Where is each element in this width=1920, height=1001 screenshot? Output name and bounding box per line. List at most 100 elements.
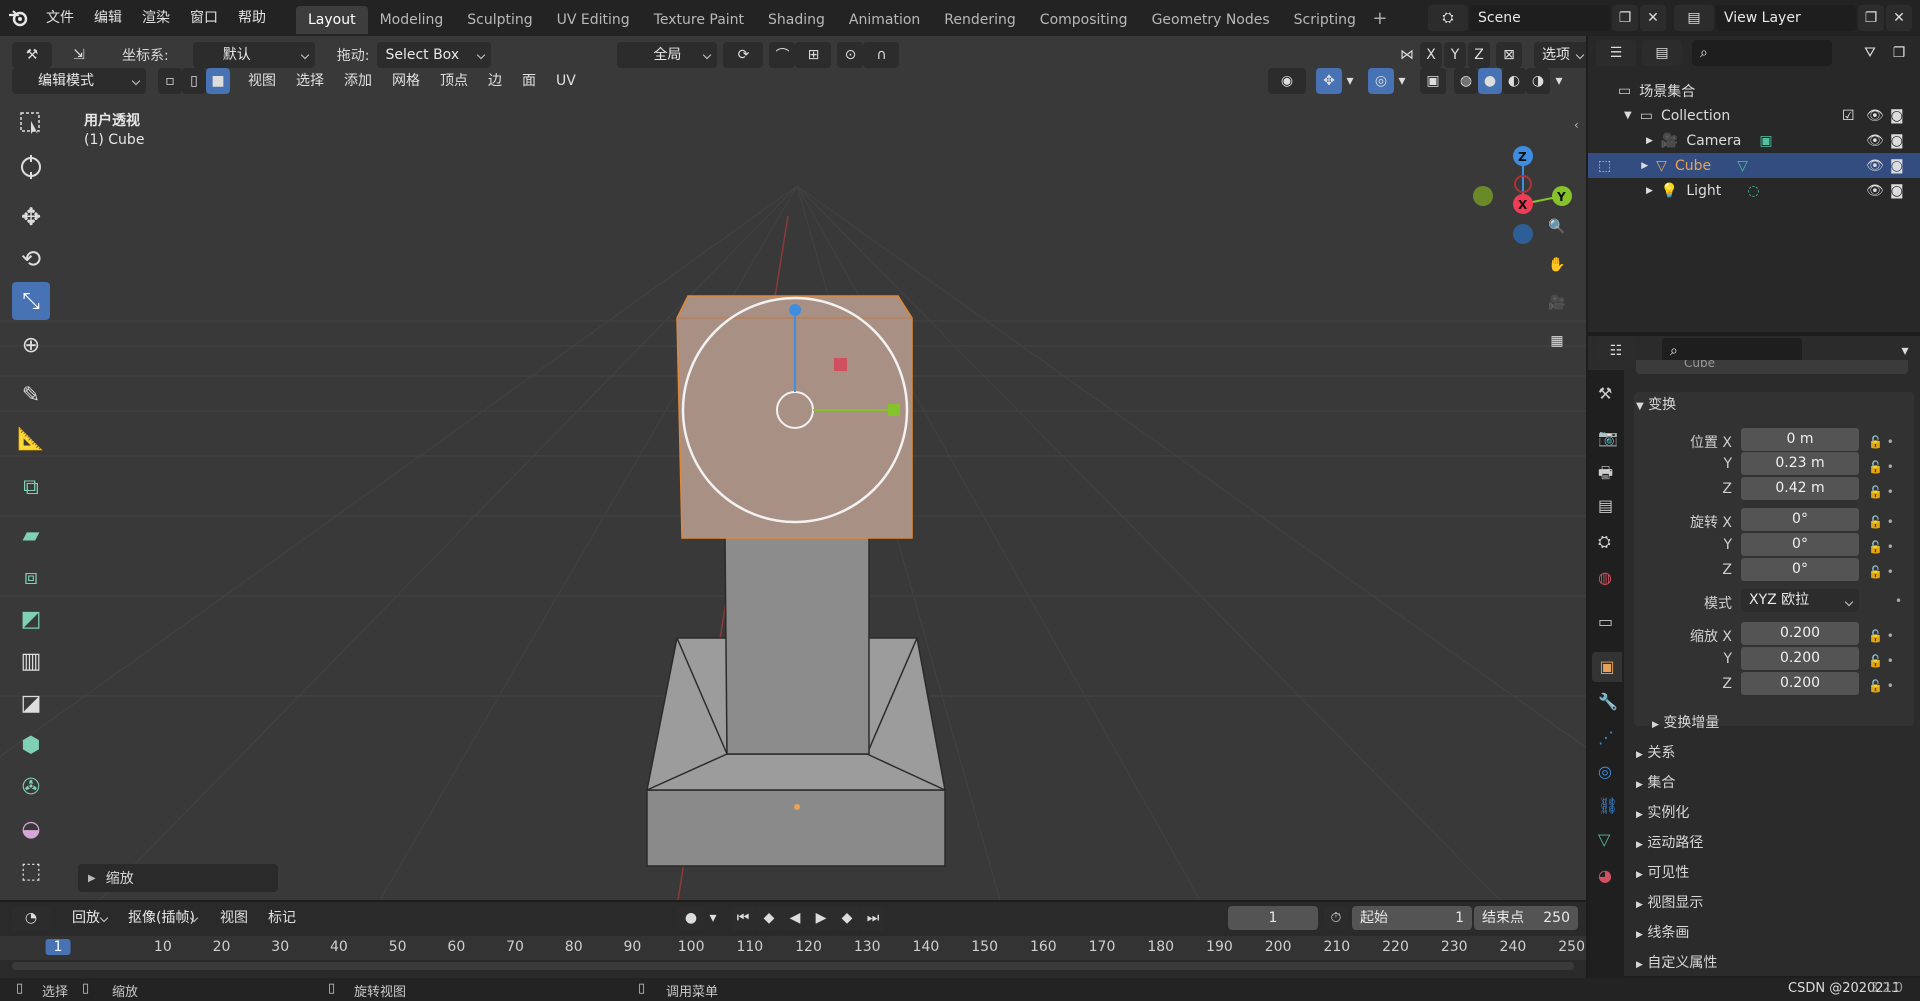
- active-tool-icon[interactable]: ⇲: [66, 42, 92, 68]
- world-tab-icon[interactable]: ◍: [1598, 568, 1612, 587]
- toggle-ortho-icon[interactable]: ▦: [1542, 326, 1572, 356]
- tool-scale[interactable]: ⤡: [12, 282, 50, 320]
- tab-compositing[interactable]: Compositing: [1028, 6, 1140, 34]
- modifier-tab-icon[interactable]: 🔧: [1598, 692, 1618, 711]
- delta-transform-header[interactable]: ▶ 变换增量: [1652, 712, 1719, 732]
- rotation-mode-dropdown[interactable]: XYZ 欧拉: [1741, 589, 1859, 612]
- outliner-scene-collection[interactable]: ▭ 场景集合: [1588, 78, 1920, 103]
- mirror-x-button[interactable]: X: [1420, 42, 1442, 68]
- section-motion-paths[interactable]: ▶ 运动路径: [1636, 832, 1703, 852]
- new-scene-icon[interactable]: ❐: [1612, 5, 1638, 31]
- overlay-dropdown-icon[interactable]: ▾: [1394, 68, 1410, 94]
- output-tab-icon[interactable]: 🖶: [1598, 462, 1613, 489]
- edge-select-icon[interactable]: ▯: [182, 68, 206, 94]
- location-z-field[interactable]: 0.42 m: [1741, 477, 1859, 500]
- tab-animation[interactable]: Animation: [837, 6, 932, 34]
- tool-rotate[interactable]: ⟲: [12, 240, 50, 278]
- rotation-z-field[interactable]: 0°: [1741, 558, 1859, 581]
- snap-target-icon[interactable]: ⊞: [795, 42, 832, 68]
- shading-wireframe-icon[interactable]: ◍: [1454, 68, 1478, 94]
- record-icon[interactable]: ●: [678, 905, 704, 931]
- lock-icon[interactable]: 🔓 •: [1868, 624, 1894, 649]
- tool-smooth[interactable]: ◒: [12, 810, 50, 848]
- outliner-item-camera[interactable]: ▶ 🎥 Camera ▣ 👁 ◙: [1588, 128, 1920, 153]
- face-select-icon[interactable]: ■: [206, 68, 230, 94]
- tool-poly-build[interactable]: ⬢: [12, 726, 50, 764]
- view-layer-icon[interactable]: ▤: [1674, 5, 1714, 31]
- tab-texture-paint[interactable]: Texture Paint: [642, 6, 756, 34]
- menu-add[interactable]: 添加: [334, 68, 382, 94]
- menu-window[interactable]: 窗口: [180, 0, 228, 36]
- tab-shading[interactable]: Shading: [756, 6, 837, 34]
- snap-icon[interactable]: ⌒: [769, 42, 796, 68]
- overlay-toggle-icon[interactable]: ◎: [1368, 68, 1394, 94]
- blender-logo-icon[interactable]: [0, 0, 36, 36]
- tool-annotate[interactable]: ✎: [12, 376, 50, 414]
- tool-select-box[interactable]: [12, 104, 50, 142]
- tab-scripting[interactable]: Scripting: [1282, 6, 1368, 34]
- lock-icon[interactable]: 🔓 •: [1868, 510, 1894, 535]
- vertex-select-icon[interactable]: ▫: [158, 68, 182, 94]
- camera-visibility-icon[interactable]: 👁: [1866, 133, 1884, 149]
- outliner-item-cube[interactable]: ⬚ ▶ ▽ Cube ▽ 👁 ◙: [1588, 153, 1920, 178]
- menu-mesh[interactable]: 网格: [382, 68, 430, 94]
- delete-scene-icon[interactable]: ✕: [1640, 5, 1666, 31]
- camera-render-icon[interactable]: ◙: [1890, 133, 1904, 149]
- jump-start-icon[interactable]: ⏮: [730, 905, 756, 931]
- scene-icon[interactable]: ⛭: [1428, 5, 1468, 31]
- lock-icon[interactable]: 🔓 •: [1868, 535, 1894, 560]
- collection-render-icon[interactable]: ◙: [1890, 108, 1904, 124]
- tool-extrude[interactable]: ▰: [12, 516, 50, 554]
- tool-edge-slide[interactable]: ⬚: [12, 852, 50, 890]
- shading-rendered-icon[interactable]: ◑: [1526, 68, 1550, 94]
- location-x-field[interactable]: 0 m: [1741, 428, 1859, 451]
- tab-modeling[interactable]: Modeling: [368, 6, 456, 34]
- light-render-icon[interactable]: ◙: [1890, 183, 1904, 199]
- tool-tab-icon[interactable]: ⚒: [1598, 384, 1612, 403]
- section-visibility[interactable]: ▶ 可见性: [1636, 862, 1689, 882]
- data-tab-icon[interactable]: ▽: [1598, 830, 1610, 849]
- pivot-point-icon[interactable]: ⟳: [723, 42, 764, 68]
- constraints-tab-icon[interactable]: ⛓: [1598, 796, 1618, 815]
- shading-material-icon[interactable]: ◐: [1502, 68, 1526, 94]
- outliner-item-light[interactable]: ▶ 💡 Light ◌ 👁 ◙: [1588, 178, 1920, 203]
- shading-solid-icon[interactable]: ●: [1478, 68, 1502, 94]
- tool-knife[interactable]: ◪: [12, 684, 50, 722]
- lock-icon[interactable]: 🔓 •: [1868, 455, 1894, 480]
- object-tab-icon[interactable]: ▣: [1592, 652, 1622, 682]
- timeline-view-menu[interactable]: 视图: [210, 906, 258, 930]
- physics-tab-icon[interactable]: ◎: [1598, 762, 1612, 781]
- falloff-icon[interactable]: ∩: [863, 42, 900, 68]
- outliner-editor-type-icon[interactable]: ☰: [1596, 40, 1636, 66]
- gizmo-dropdown-icon[interactable]: ▾: [1342, 68, 1358, 94]
- pan-view-icon[interactable]: ✋: [1542, 250, 1572, 280]
- tool-transform[interactable]: ⊕: [12, 326, 50, 364]
- tool-cursor[interactable]: [12, 148, 50, 186]
- tab-layout[interactable]: Layout: [296, 6, 368, 34]
- tool-bevel[interactable]: ◩: [12, 600, 50, 638]
- outliner-search-input[interactable]: ⌕: [1692, 40, 1832, 66]
- menu-uv[interactable]: UV: [546, 68, 586, 94]
- start-frame-field[interactable]: 起始 1: [1352, 906, 1472, 930]
- transform-panel-header[interactable]: ▼ 变换: [1636, 394, 1676, 414]
- proportional-edit-icon[interactable]: ⊙: [837, 42, 864, 68]
- particles-tab-icon[interactable]: ⋰: [1598, 728, 1614, 747]
- topology-mirror-icon[interactable]: ⊠: [1496, 42, 1522, 68]
- lock-icon[interactable]: 🔓 •: [1868, 430, 1894, 455]
- mirror-icon[interactable]: ⋈: [1394, 42, 1420, 68]
- coord-system-dropdown[interactable]: 默认: [192, 42, 315, 68]
- render-tab-icon[interactable]: 📷: [1598, 428, 1618, 447]
- shading-dropdown-icon[interactable]: ▾: [1550, 68, 1568, 94]
- section-viewport-display[interactable]: ▶ 视图显示: [1636, 892, 1703, 912]
- mode-dropdown[interactable]: 编辑模式: [12, 68, 146, 94]
- xray-icon[interactable]: ▣: [1420, 68, 1446, 94]
- tab-uv-editing[interactable]: UV Editing: [545, 6, 642, 34]
- outliner-collection-row[interactable]: ▼ ▭ Collection ☑ 👁 ◙: [1588, 103, 1920, 128]
- cube-render-icon[interactable]: ◙: [1890, 158, 1904, 174]
- keyframe-dot-icon[interactable]: •: [1895, 594, 1902, 608]
- rotation-x-field[interactable]: 0°: [1741, 508, 1859, 531]
- end-frame-field[interactable]: 结束点 250: [1474, 906, 1578, 930]
- jump-end-icon[interactable]: ⏭: [860, 905, 886, 931]
- lock-icon[interactable]: 🔓 •: [1868, 560, 1894, 585]
- section-collections[interactable]: ▶ 集合: [1636, 772, 1675, 792]
